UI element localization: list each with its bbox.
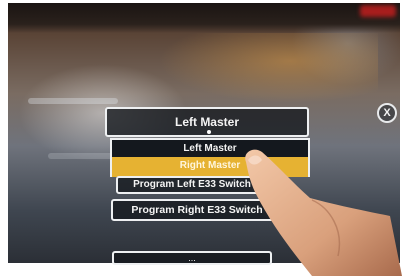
- program-right-e33-button[interactable]: Program Right E33 Switch: [111, 199, 283, 221]
- glare-streak: [48, 153, 118, 159]
- program-left-e33-button[interactable]: Program Left E33 Switch: [116, 176, 268, 194]
- selector-caret-icon: [207, 130, 211, 134]
- program-left-e33-label: Program Left E33 Switch: [133, 179, 251, 190]
- master-selector[interactable]: Left Master: [105, 107, 309, 137]
- bottom-button-label: ...: [188, 253, 196, 263]
- program-right-e33-label: Program Right E33 Switch: [131, 204, 263, 216]
- close-button[interactable]: X: [377, 103, 397, 123]
- dropdown-option-left-master[interactable]: Left Master: [110, 138, 310, 158]
- red-light: [360, 5, 396, 17]
- dropdown-option-right-master[interactable]: Right Master: [110, 157, 310, 177]
- selector-value: Left Master: [174, 115, 239, 129]
- glare-streak: [28, 98, 118, 104]
- close-icon: X: [383, 107, 391, 119]
- background-reflection: [158, 33, 378, 103]
- screen-bezel: [8, 3, 400, 33]
